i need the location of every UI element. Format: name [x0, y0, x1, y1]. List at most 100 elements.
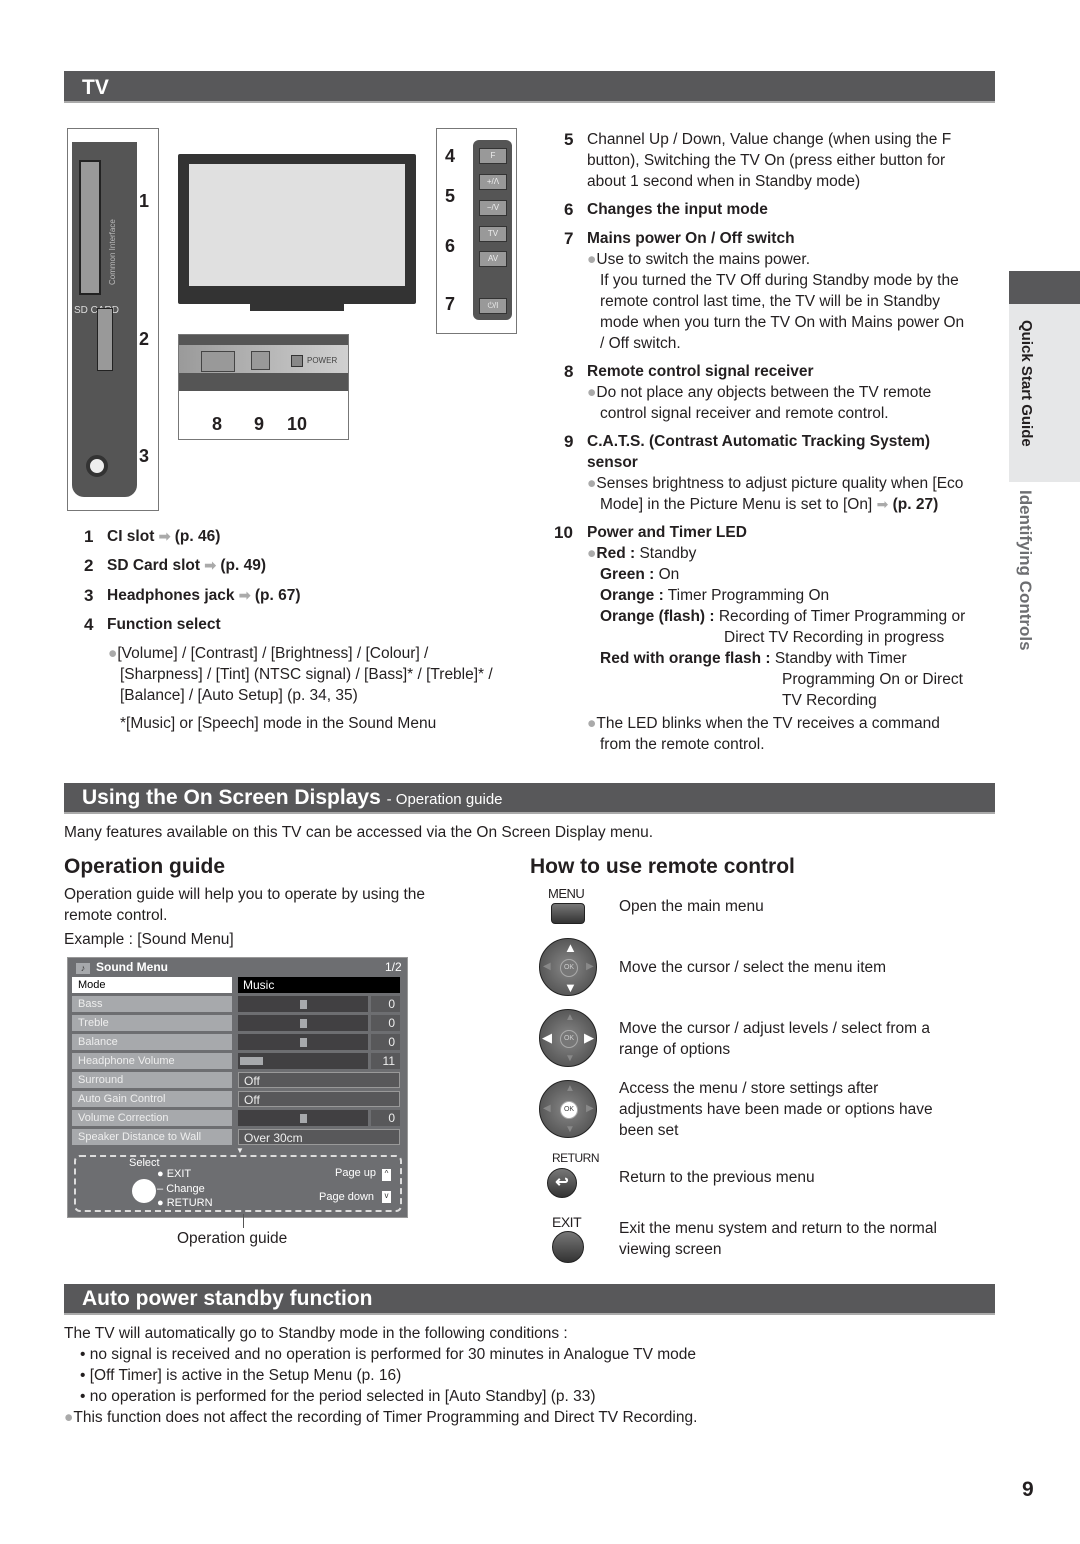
item9-label: C.A.T.S. (Contrast Automatic Tracking Sy… [587, 433, 931, 450]
sound-menu-row-value: 0 [371, 1110, 400, 1126]
exit-button-icon [552, 1231, 584, 1263]
item7-text: mode when you turn the TV On with Mains … [600, 314, 965, 331]
function-button: F [479, 148, 507, 164]
sound-menu-row[interactable]: Auto Gain Control Off [72, 1091, 402, 1107]
sound-menu-row[interactable]: Treble 0 [72, 1015, 402, 1031]
sound-menu-row-label: Bass [72, 996, 232, 1012]
callout-1: 1 [139, 191, 150, 211]
sound-menu-row-value: 0 [371, 1034, 400, 1050]
auto-standby-note: ●This function does not affect the recor… [64, 1409, 698, 1426]
sound-menu-row[interactable]: Volume Correction 0 [72, 1110, 402, 1126]
power-switch-button: ⏻/I [479, 298, 507, 314]
slider-knob[interactable] [300, 1114, 307, 1123]
scroll-down-indicator: ▼ [236, 1146, 244, 1155]
item5-text: Channel Up / Down, Value change (when us… [587, 131, 952, 148]
cursor-up-down-icon: ▲ ▼ ◀ ▶ OK [539, 938, 597, 996]
sound-menu-row-value: 11 [371, 1053, 400, 1069]
operation-guide-text: Operation guide will help you to operate… [64, 886, 426, 903]
power-led-illustration [291, 355, 303, 367]
section-header-auto-standby: Auto power standby function [64, 1284, 995, 1315]
common-interface-label: Common Interface [108, 219, 117, 285]
page-number: 9 [1022, 1478, 1034, 1501]
sound-menu-row[interactable]: Bass 0 [72, 996, 402, 1012]
callout-4: 4 [445, 146, 456, 166]
slider-knob[interactable] [300, 1019, 307, 1028]
sound-menu-slider[interactable] [238, 1053, 368, 1069]
item8-label: Remote control signal receiver [587, 363, 814, 380]
cats-sensor-illustration [251, 351, 270, 370]
led-state: Red with orange flash : Standby with Tim… [600, 650, 907, 667]
sound-menu-row-value: Music [238, 977, 400, 993]
item9-bullet: ●Senses brightness to adjust picture qua… [587, 475, 964, 492]
side-tab-quick-start-label: Quick Start Guide [1018, 320, 1035, 447]
function-select-note: *[Music] or [Speech] mode in the Sound M… [120, 715, 437, 732]
led-note-cont: from the remote control. [600, 736, 765, 753]
channel-down-button: −/V [479, 200, 507, 216]
tv-screen [189, 164, 405, 286]
callout-5: 5 [445, 186, 456, 206]
sound-menu-row-label: Headphone Volume [72, 1053, 232, 1069]
sound-menu-slider[interactable] [238, 1015, 368, 1031]
sound-menu-row[interactable]: Balance 0 [72, 1034, 402, 1050]
led-note: ●The LED blinks when the TV receives a c… [587, 715, 940, 732]
sound-menu-row-value: Over 30cm [238, 1129, 400, 1145]
sound-menu-slider[interactable] [238, 1034, 368, 1050]
sound-menu-slider[interactable] [238, 1110, 368, 1126]
slider-knob[interactable] [300, 1000, 307, 1009]
music-note-icon: ♪ [76, 963, 90, 974]
page-up-icon: ^ [382, 1169, 391, 1181]
sound-menu-row[interactable]: Headphone Volume 11 [72, 1053, 402, 1069]
remote-desc: viewing screen [619, 1241, 722, 1258]
led-state: Green : On [600, 566, 680, 583]
av-button: AV [479, 251, 507, 267]
function-select-bullet: ●[Volume] / [Contrast] / [Brightness] / … [108, 645, 429, 662]
item7-bullet: ●Use to switch the mains power. [587, 251, 811, 268]
item10-label: Power and Timer LED [587, 524, 747, 541]
section-header-osd: Using the On Screen Displays - Operation… [64, 783, 995, 814]
side-tab-marker [1009, 271, 1080, 304]
sound-menu-row-value: Off [238, 1091, 400, 1107]
item7-text: / Off switch. [600, 335, 681, 352]
sound-menu-row-label: Speaker Distance to Wall [72, 1129, 232, 1145]
item5-text: about 1 second when in Standby mode) [587, 173, 861, 190]
sound-menu-row[interactable]: Surround Off [72, 1072, 402, 1088]
ci-slot-illustration [79, 160, 101, 295]
headphone-jack-icon [86, 455, 108, 477]
function-select-bullet-line: [Sharpness] / [Tint] (NTSC signal) / [Ba… [120, 666, 493, 683]
remote-receiver-illustration [201, 351, 235, 372]
operation-guide-heading: Operation guide [64, 855, 226, 878]
remote-desc: Move the cursor / select the menu item [619, 959, 887, 976]
sound-menu-row-label: Volume Correction [72, 1110, 232, 1126]
slider-knob[interactable] [300, 1038, 307, 1047]
sound-menu-row[interactable]: Mode Music [72, 977, 402, 993]
item9-label: sensor [587, 454, 638, 471]
guide-change-label: – Change [157, 1183, 205, 1195]
exit-button-label: EXIT [552, 1214, 582, 1230]
remote-heading: How to use remote control [530, 855, 795, 878]
function-select-bullet-line: [Balance] / [Auto Setup] (p. 34, 35) [120, 687, 358, 704]
page-down-icon: v [382, 1191, 391, 1203]
callout-10: 10 [287, 414, 308, 434]
auto-standby-condition: • [Off Timer] is active in the Setup Men… [80, 1367, 402, 1384]
sound-menu-slider[interactable] [238, 996, 368, 1012]
auto-standby-condition: • no signal is received and no operation… [80, 1346, 697, 1363]
item7-label: Mains power On / Off switch [587, 230, 795, 247]
tv-stand [250, 304, 344, 311]
remote-desc: Exit the menu system and return to the n… [619, 1220, 937, 1237]
menu-button-icon [551, 903, 585, 924]
osd-intro: Many features available on this TV can b… [64, 824, 654, 841]
callout-8: 8 [212, 414, 223, 434]
callout-9: 9 [254, 414, 265, 434]
remote-desc: Move the cursor / adjust levels / select… [619, 1020, 930, 1037]
guide-page-down-label: Page down [319, 1191, 375, 1203]
operation-guide-example: Example : [Sound Menu] [64, 931, 234, 948]
remote-desc: been set [619, 1122, 679, 1139]
led-state: Orange : Timer Programming On [600, 587, 830, 604]
sound-menu-row-label: Surround [72, 1072, 232, 1088]
remote-desc: range of options [619, 1041, 731, 1058]
item5-text: button), Switching the TV On (press eith… [587, 152, 946, 169]
sound-menu-row-label: Balance [72, 1034, 232, 1050]
sound-menu-row[interactable]: Speaker Distance to Wall Over 30cm [72, 1129, 402, 1145]
ok-button-icon: ▲ ▼ ◀ ▶ OK [539, 1080, 597, 1138]
remote-desc: Open the main menu [619, 898, 764, 915]
